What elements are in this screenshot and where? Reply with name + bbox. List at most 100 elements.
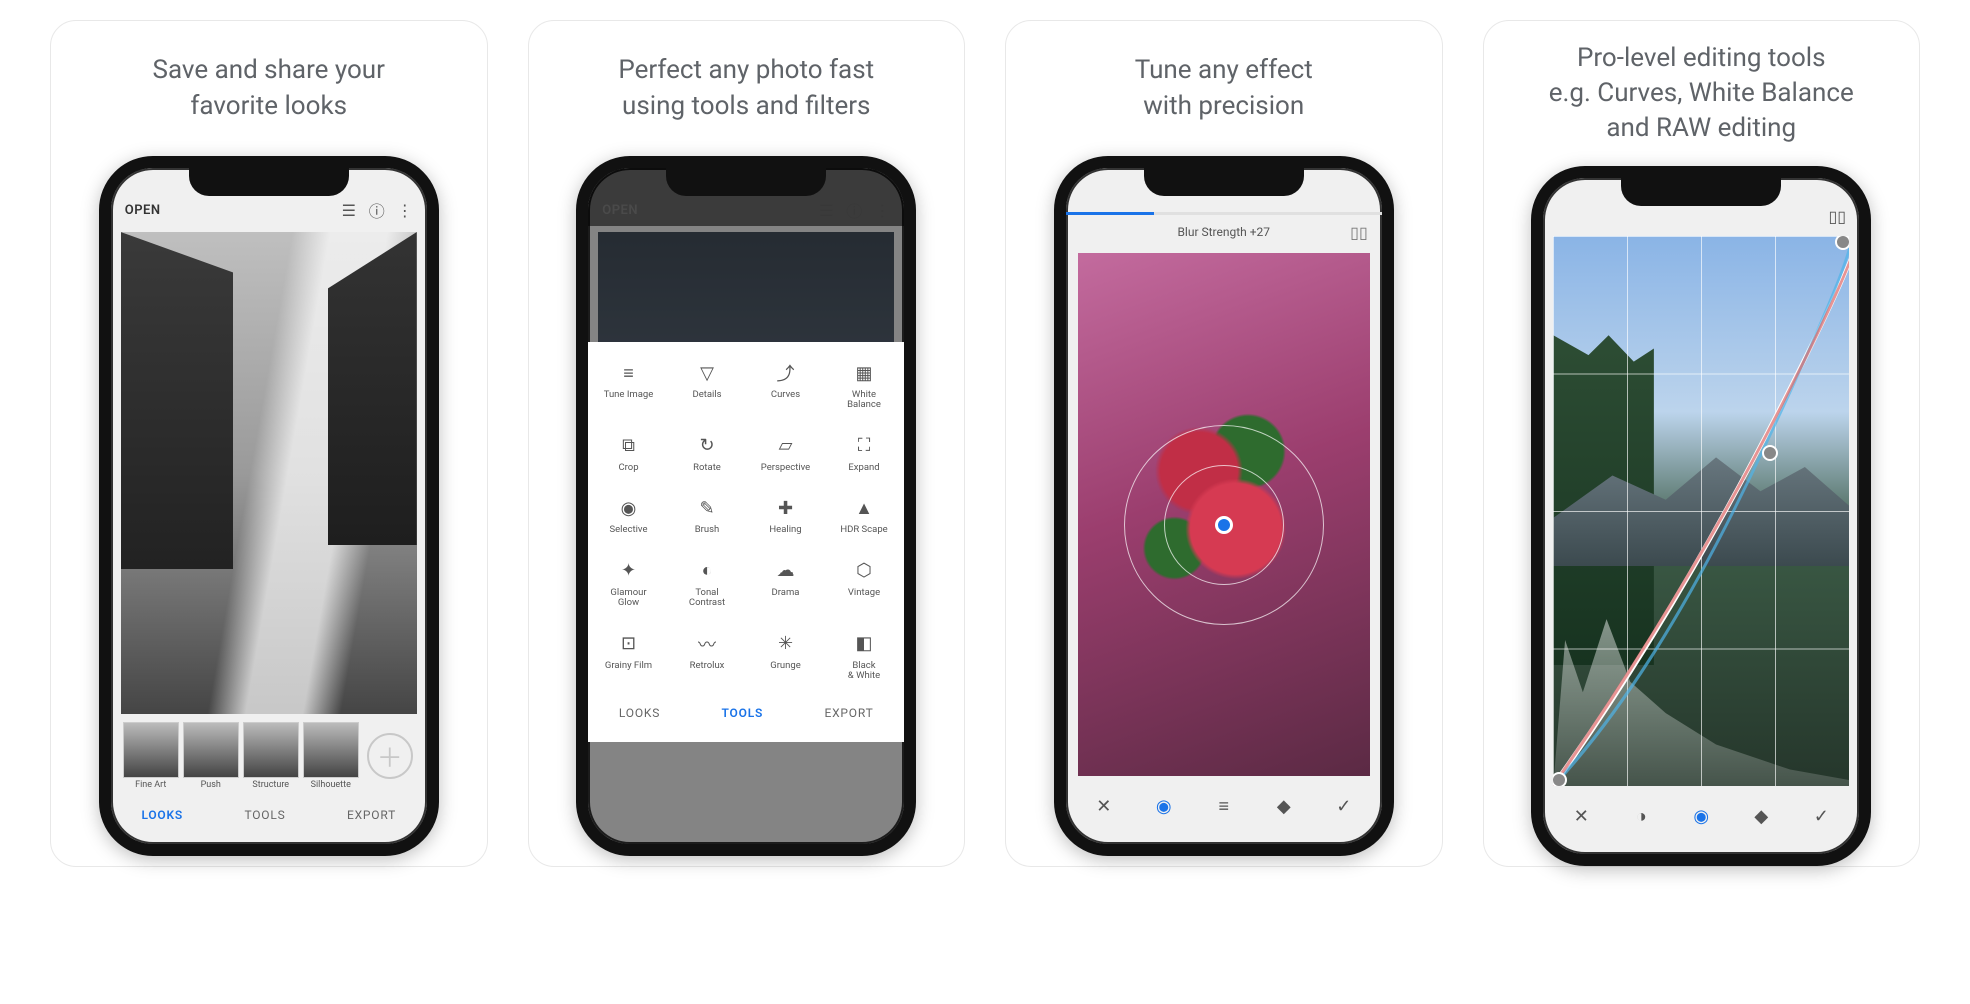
tab-tools[interactable]: TOOLS	[722, 706, 764, 720]
curves-line[interactable]	[1553, 236, 1849, 786]
card-title: Save and share your favorite looks	[153, 41, 385, 136]
photo-canvas[interactable]	[121, 232, 417, 714]
tool-tune-image[interactable]: ≡Tune Image	[590, 352, 667, 421]
mask-icon[interactable]: ◆	[1747, 802, 1775, 830]
shape-icon[interactable]: ◉	[1150, 792, 1178, 820]
tool-label: Grainy Film	[605, 661, 652, 671]
tool-label: Curves	[771, 390, 800, 400]
tool-white-balance[interactable]: ▦White Balance	[826, 352, 903, 421]
look-item[interactable]: Silhouette	[303, 722, 359, 790]
tool-icon: ◉	[618, 497, 640, 519]
tool-label: Tonal Contrast	[689, 588, 725, 609]
tool-icon: ▽	[696, 362, 718, 384]
tool-icon: ⛶	[853, 435, 875, 457]
tool-label: Details	[692, 390, 721, 400]
screenshot-row: Save and share your favorite looks OPEN …	[0, 0, 1970, 887]
tool-rotate[interactable]: ↻ Rotate	[669, 425, 746, 483]
cancel-icon[interactable]: ✕	[1090, 792, 1118, 820]
tool-grainy-film[interactable]: ⊡ Grainy Film	[590, 623, 667, 692]
tool-label: Vintage	[848, 588, 880, 598]
tool-icon: ▲	[853, 497, 875, 519]
tool-drama[interactable]: ☁Drama	[747, 550, 824, 619]
tool-icon: ▦	[853, 362, 875, 384]
phone-mock-1: OPEN ☰ ⓘ ⋮ Fine Art Push Structure	[99, 156, 439, 856]
photo-canvas[interactable]	[1078, 253, 1370, 776]
tool-label: Crop	[618, 463, 638, 473]
apply-icon[interactable]: ✓	[1807, 802, 1835, 830]
add-look-button[interactable]: ＋	[367, 733, 413, 779]
tool-tonal-contrast[interactable]: ◐ Tonal Contrast	[669, 550, 746, 619]
tool-icon: ⊡	[618, 633, 640, 655]
tool-crop[interactable]: ⧉Crop	[590, 425, 667, 483]
compare-icon[interactable]: ▯▯	[1350, 223, 1368, 242]
bottom-tabs: LOOKS TOOLS EXPORT	[588, 692, 904, 742]
tool-selective[interactable]: ◉Selective	[590, 487, 667, 545]
look-item[interactable]: Fine Art	[123, 722, 179, 790]
tool-label: Brush	[695, 525, 720, 535]
tool-healing[interactable]: ✚ Healing	[747, 487, 824, 545]
look-item[interactable]: Structure	[243, 722, 299, 790]
blur-center-handle[interactable]	[1215, 516, 1233, 534]
card-looks: Save and share your favorite looks OPEN …	[50, 20, 488, 867]
tab-looks[interactable]: LOOKS	[619, 706, 660, 720]
card-title: Perfect any photo fast using tools and f…	[618, 41, 874, 136]
more-icon[interactable]: ⋮	[397, 202, 413, 218]
card-tune: Tune any effect with precision Blur Stre…	[1005, 20, 1443, 867]
phone-notch	[189, 168, 349, 196]
tool-label: Retrolux	[690, 661, 725, 671]
tool-label: Perspective	[761, 463, 810, 473]
edit-bottombar: ✕ ◑ ◉ ◆ ✓	[1543, 786, 1859, 854]
apply-icon[interactable]: ✓	[1330, 792, 1358, 820]
tool-expand[interactable]: ⛶Expand	[826, 425, 903, 483]
tool-icon: ✎	[696, 497, 718, 519]
open-button[interactable]: OPEN	[125, 203, 161, 218]
tool-label: Glamour Glow	[610, 588, 646, 609]
card-title: Pro-level editing tools e.g. Curves, Whi…	[1549, 41, 1854, 146]
tool-label: Healing	[769, 525, 801, 535]
card-tools: Perfect any photo fast using tools and f…	[528, 20, 966, 867]
curve-point-shadow[interactable]	[1553, 772, 1567, 786]
phone-mock-4: ▯▯	[1531, 166, 1871, 866]
luminance-channel-icon[interactable]: ◑	[1627, 802, 1655, 830]
tool-label: Grunge	[770, 661, 801, 671]
phone-notch	[1144, 168, 1304, 196]
photo-canvas[interactable]	[1553, 236, 1849, 786]
cancel-icon[interactable]: ✕	[1567, 802, 1595, 830]
tool-label: Drama	[772, 588, 800, 598]
tool-icon: ◐	[696, 560, 718, 582]
tool-icon: ✚	[775, 497, 797, 519]
tool-label: HDR Scape	[840, 525, 887, 535]
tool-label: Rotate	[693, 463, 721, 473]
tab-looks[interactable]: LOOKS	[141, 808, 183, 822]
bottom-tabs: LOOKS TOOLS EXPORT	[111, 794, 427, 844]
adjust-icon[interactable]: ≡	[1210, 792, 1238, 820]
curve-point-highlight[interactable]	[1835, 236, 1849, 250]
phone-mock-3: Blur Strength +27 ▯▯ ✕ ◉ ≡ ◆ ✓	[1054, 156, 1394, 856]
channel-select-icon[interactable]: ◉	[1687, 802, 1715, 830]
phone-mock-2: OPEN ☰ ⓘ ⋮ ≡Tune Image▽Details⤴Curves▦Wh…	[576, 156, 916, 856]
phone-notch	[666, 168, 826, 196]
tool-grunge[interactable]: ✳Grunge	[747, 623, 824, 692]
mask-icon[interactable]: ◆	[1270, 792, 1298, 820]
tab-export[interactable]: EXPORT	[824, 706, 873, 720]
layers-icon[interactable]: ☰	[341, 202, 357, 218]
tool-icon: 〰	[696, 633, 718, 655]
tool-glamour-glow[interactable]: ✦Glamour Glow	[590, 550, 667, 619]
tool-retrolux[interactable]: 〰 Retrolux	[669, 623, 746, 692]
more-icon: ⋮	[874, 202, 890, 218]
info-icon[interactable]: ⓘ	[369, 202, 385, 218]
tool-icon: ↻	[696, 435, 718, 457]
tool-brush[interactable]: ✎ Brush	[669, 487, 746, 545]
look-item[interactable]: Push	[183, 722, 239, 790]
compare-icon[interactable]: ▯▯	[1829, 208, 1845, 224]
phone-notch	[1621, 178, 1781, 206]
tool-perspective[interactable]: ▱Perspective	[747, 425, 824, 483]
tool-hdr-scape[interactable]: ▲ HDR Scape	[826, 487, 903, 545]
tab-tools[interactable]: TOOLS	[244, 808, 285, 822]
tab-export[interactable]: EXPORT	[347, 808, 396, 822]
tool-black--white[interactable]: ◧Black & White	[826, 623, 903, 692]
tool-label: Tune Image	[604, 390, 654, 400]
tool-curves[interactable]: ⤴Curves	[747, 352, 824, 421]
tool-details[interactable]: ▽ Details	[669, 352, 746, 421]
tool-vintage[interactable]: ⬡Vintage	[826, 550, 903, 619]
